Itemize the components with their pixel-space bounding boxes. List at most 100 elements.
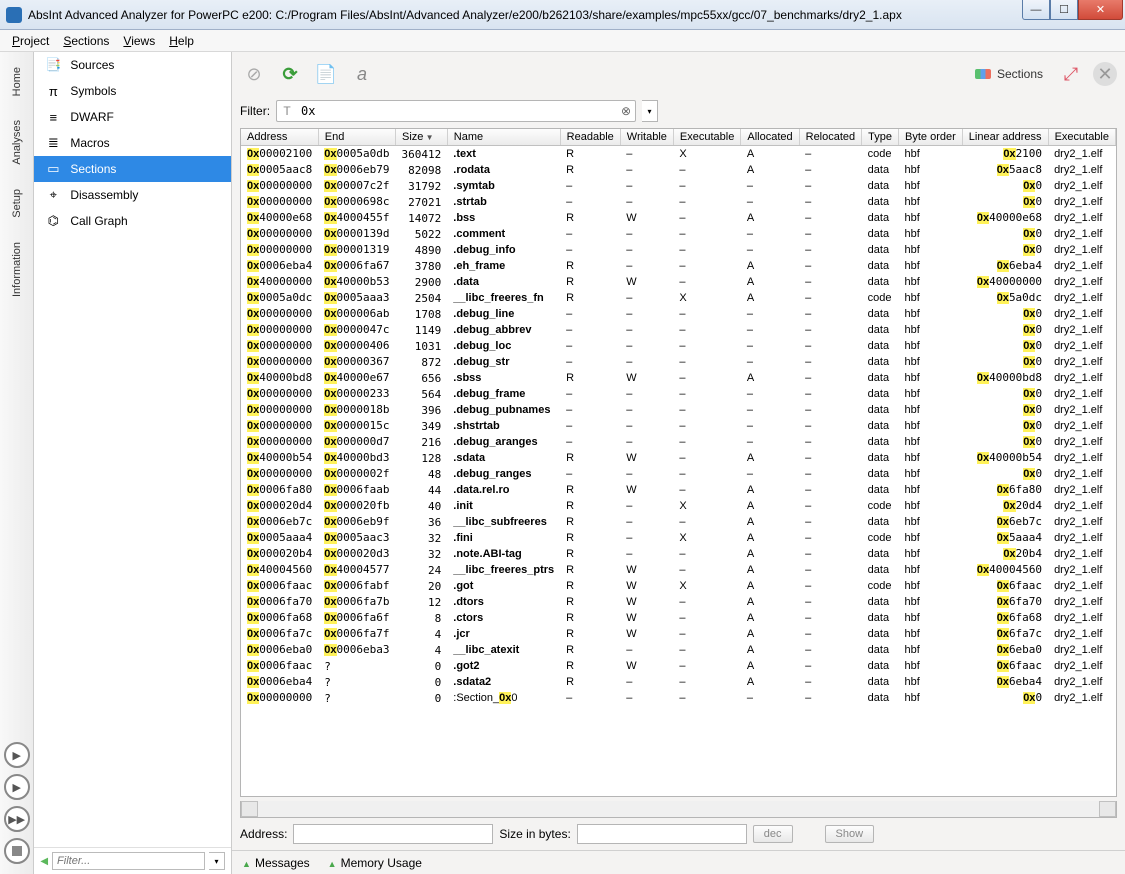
fullscreen-icon[interactable]: ⤢ [1057, 60, 1085, 88]
table-row[interactable]: 0x000000000x000000d7216.debug_aranges–––… [241, 434, 1115, 450]
table-row[interactable]: 0x000000000x000004061031.debug_loc–––––d… [241, 338, 1115, 354]
table-row[interactable]: 0x000000000x00007c2f31792.symtab–––––dat… [241, 178, 1115, 194]
table-row[interactable]: 0x0006fa680x0006fa6f8.ctorsRW–A–datahbf0… [241, 610, 1115, 626]
col-readable[interactable]: Readable [560, 129, 620, 146]
sections-table-wrap[interactable]: AddressEndSizeNameReadableWritableExecut… [240, 128, 1117, 797]
table-row[interactable]: 0x000000000x00000367872.debug_str–––––da… [241, 354, 1115, 370]
col-size[interactable]: Size [396, 129, 448, 146]
sidebar-item-disassembly[interactable]: ⌖ Disassembly [34, 182, 231, 208]
table-row[interactable]: 0x000000000x0000698c27021.strtab–––––dat… [241, 194, 1115, 210]
show-button[interactable]: Show [825, 825, 875, 843]
table-row[interactable]: 0x400000000x40000b532900.dataRW–A–datahb… [241, 274, 1115, 290]
status-bar: ▲Messages ▲Memory Usage [232, 850, 1125, 874]
table-row[interactable]: 0x000021000x0005a0db360412.textR–XA–code… [241, 146, 1115, 163]
play-icon[interactable]: ▶ [4, 742, 30, 768]
filter-clear-icon[interactable]: ⊗ [617, 104, 635, 118]
sidebar-item-call graph[interactable]: ⌬Call Graph [34, 208, 231, 234]
table-row[interactable]: 0x00000000?0:Section_0x0–––––datahbf0x0d… [241, 690, 1115, 706]
close-button[interactable]: ✕ [1078, 0, 1123, 20]
filter-dropdown[interactable]: ▾ [642, 100, 658, 122]
table-row[interactable]: 0x400045600x4000457724__libc_freeres_ptr… [241, 562, 1115, 578]
col-relocated[interactable]: Relocated [799, 129, 862, 146]
maximize-button[interactable]: ☐ [1050, 0, 1078, 20]
sidebar-item-label: Symbols [70, 84, 116, 98]
vtab-setup[interactable]: Setup [6, 178, 28, 229]
table-row[interactable]: 0x000000000x0000002f48.debug_ranges–––––… [241, 466, 1115, 482]
table-row[interactable]: 0x0006fa800x0006faab44.data.rel.roRW–A–d… [241, 482, 1115, 498]
minimize-button[interactable]: — [1022, 0, 1050, 20]
stop-icon[interactable] [4, 838, 30, 864]
col-writable[interactable]: Writable [620, 129, 673, 146]
col-byte-order[interactable]: Byte order [899, 129, 963, 146]
table-row[interactable]: 0x000000000x0000015c349.shstrtab–––––dat… [241, 418, 1115, 434]
table-row[interactable]: 0x0006eb7c0x0006eb9f36__libc_subfreeresR… [241, 514, 1115, 530]
sidebar-item-dwarf[interactable]: ≡DWARF [34, 104, 231, 130]
size-input[interactable] [577, 824, 747, 844]
sidebar-item-sections[interactable]: ▭Sections [34, 156, 231, 182]
status-messages[interactable]: ▲Messages [242, 856, 310, 870]
table-row[interactable]: 0x40000bd80x40000e67656.sbssRW–A–datahbf… [241, 370, 1115, 386]
menu-views[interactable]: Views [123, 34, 155, 48]
sidebar-item-symbols[interactable]: πSymbols [34, 78, 231, 104]
add-doc-icon[interactable]: 📄 [312, 60, 340, 88]
table-row[interactable]: 0x0005aac80x0006eb7982098.rodataR––A–dat… [241, 162, 1115, 178]
table-row[interactable]: 0x0006eba40x0006fa673780.eh_frameR––A–da… [241, 258, 1115, 274]
menu-project[interactable]: Project [12, 34, 49, 48]
filter-input[interactable] [297, 104, 617, 118]
disabled-icon: ⊘ [240, 60, 268, 88]
sections-indicator[interactable]: Sections [969, 65, 1049, 83]
menu-sections[interactable]: Sections [63, 34, 109, 48]
filter-type-icon[interactable]: T [277, 104, 297, 118]
table-row[interactable]: 0x0006eba4?0.sdata2R––A–datahbf0x6eba4dr… [241, 674, 1115, 690]
table-row[interactable]: 0x40000e680x4000455f14072.bssRW–A–datahb… [241, 210, 1115, 226]
menu-help[interactable]: Help [169, 34, 194, 48]
table-row[interactable]: 0x0005a0dc0x0005aaa32504__libc_freeres_f… [241, 290, 1115, 306]
disasm-icon: ⌖ [44, 186, 62, 204]
col-allocated[interactable]: Allocated [741, 129, 799, 146]
skip-icon[interactable]: ▶▶ [4, 806, 30, 832]
table-row[interactable]: 0x0005aaa40x0005aac332.finiR–XA–codehbf0… [241, 530, 1115, 546]
vtab-information[interactable]: Information [6, 231, 28, 308]
vtab-home[interactable]: Home [6, 56, 28, 107]
table-row[interactable]: 0x000000000x0000139d5022.comment–––––dat… [241, 226, 1115, 242]
col-executable[interactable]: Executable [673, 129, 740, 146]
address-input[interactable] [293, 824, 493, 844]
col-end[interactable]: End [318, 129, 395, 146]
filter-combo: T ⊗ [276, 100, 636, 122]
table-row[interactable]: 0x000000000x0000047c1149.debug_abbrev–––… [241, 322, 1115, 338]
sidebar-item-label: Disassembly [70, 188, 138, 202]
sections-icon [975, 69, 991, 79]
sidebar-filter-input[interactable] [52, 852, 205, 870]
table-row[interactable]: 0x40000b540x40000bd3128.sdataRW–A–datahb… [241, 450, 1115, 466]
menu-bar: Project Sections Views Help [0, 30, 1125, 52]
sidebar-item-macros[interactable]: ≣Macros [34, 130, 231, 156]
horizontal-scrollbar[interactable] [240, 801, 1117, 818]
table-row[interactable]: 0x0006fa7c0x0006fa7f4.jcrRW–A–datahbf0x6… [241, 626, 1115, 642]
dec-button[interactable]: dec [753, 825, 793, 843]
table-row[interactable]: 0x000000000x0000018b396.debug_pubnames––… [241, 402, 1115, 418]
reload-icon[interactable]: ⟳ [276, 60, 304, 88]
col-name[interactable]: Name [447, 129, 560, 146]
play-alt-icon[interactable]: ▶ [4, 774, 30, 800]
status-memory[interactable]: ▲Memory Usage [328, 856, 422, 870]
style-icon[interactable]: a [348, 60, 376, 88]
table-row[interactable]: 0x0006faac?0.got2RW–A–datahbf0x6faacdry2… [241, 658, 1115, 674]
col-executable[interactable]: Executable [1048, 129, 1115, 146]
col-linear-address[interactable]: Linear address [962, 129, 1048, 146]
table-row[interactable]: 0x000020d40x000020fb40.initR–XA–codehbf0… [241, 498, 1115, 514]
col-address[interactable]: Address [241, 129, 318, 146]
size-label: Size in bytes: [499, 827, 570, 841]
sidebar-item-sources[interactable]: 📑Sources [34, 52, 231, 78]
macros-icon: ≣ [44, 134, 62, 152]
table-row[interactable]: 0x000000000x000006ab1708.debug_line–––––… [241, 306, 1115, 322]
close-panel-icon[interactable]: ✕ [1093, 62, 1117, 86]
table-row[interactable]: 0x0006faac0x0006fabf20.gotRWXA–codehbf0x… [241, 578, 1115, 594]
sidebar-filter-dropdown[interactable]: ▾ [209, 852, 225, 870]
vtab-analyses[interactable]: Analyses [6, 109, 28, 176]
col-type[interactable]: Type [862, 129, 899, 146]
table-row[interactable]: 0x000020b40x000020d332.note.ABI-tagR––A–… [241, 546, 1115, 562]
table-row[interactable]: 0x0006fa700x0006fa7b12.dtorsRW–A–datahbf… [241, 594, 1115, 610]
table-row[interactable]: 0x000000000x00000233564.debug_frame–––––… [241, 386, 1115, 402]
table-row[interactable]: 0x000000000x000013194890.debug_info–––––… [241, 242, 1115, 258]
table-row[interactable]: 0x0006eba00x0006eba34__libc_atexitR––A–d… [241, 642, 1115, 658]
